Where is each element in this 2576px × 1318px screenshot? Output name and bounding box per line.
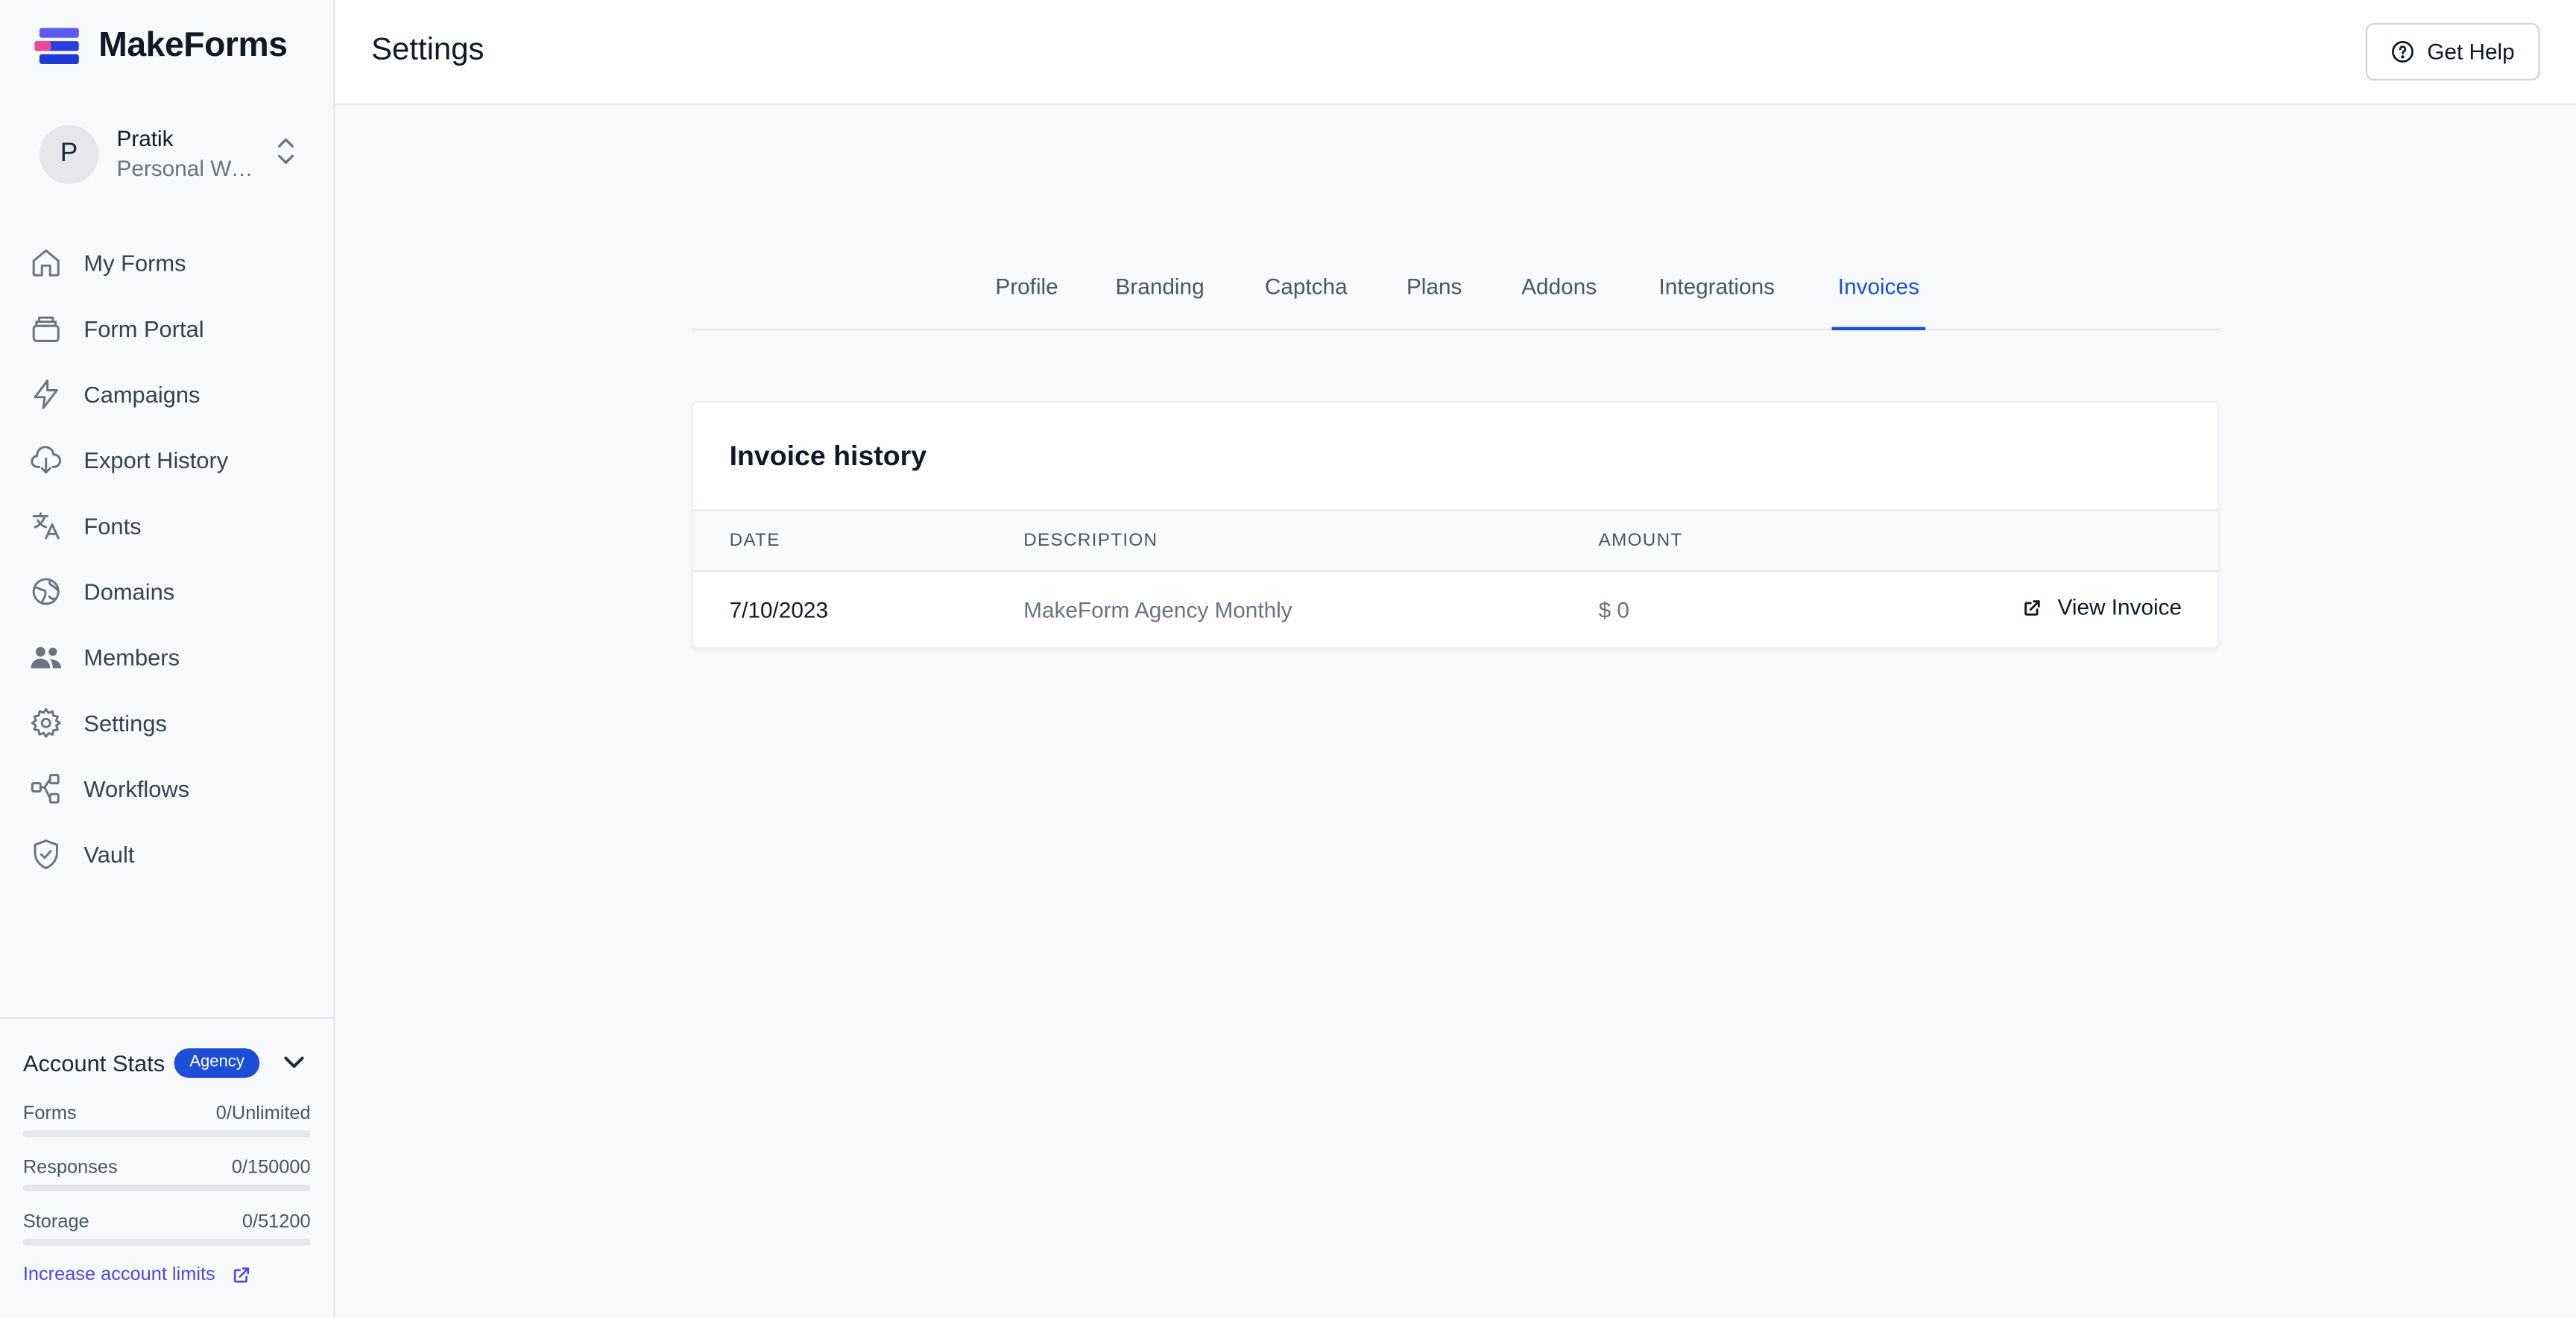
workspace-name: Personal Workspace: [116, 155, 264, 180]
tab-addons[interactable]: Addons: [1516, 253, 1602, 330]
sidebar: MakeForms P Pratik Personal Workspace My…: [0, 0, 335, 1318]
sidebar-nav: My Forms Form Portal Campaigns Export Hi…: [28, 230, 315, 888]
stat-label: Forms: [22, 1104, 77, 1124]
invoice-table-header: DATE DESCRIPTION AMOUNT: [693, 509, 2218, 573]
tab-integrations[interactable]: Integrations: [1652, 253, 1781, 330]
globe-icon: [28, 573, 63, 609]
sidebar-item-label: Vault: [83, 841, 135, 868]
stat-progress-bar: [22, 1130, 311, 1138]
external-link-icon: [2025, 599, 2041, 615]
chevron-up-down-icon: [278, 138, 294, 164]
sidebar-item-form-portal[interactable]: Form Portal: [28, 296, 315, 362]
account-stats: Account Stats Agency Forms 0/Unlimited R…: [0, 1017, 335, 1317]
increase-limits-link[interactable]: Increase account limits: [22, 1265, 251, 1285]
sidebar-item-settings[interactable]: Settings: [28, 690, 315, 756]
sidebar-item-label: Fonts: [83, 512, 142, 539]
get-help-button[interactable]: Get Help: [2365, 22, 2540, 81]
tab-plans[interactable]: Plans: [1403, 253, 1465, 330]
sidebar-item-label: Workflows: [83, 775, 190, 802]
invoice-history-title: Invoice history: [729, 440, 927, 472]
invoice-history-card: Invoice history DATE DESCRIPTION AMOUNT …: [691, 400, 2220, 649]
sidebar-item-label: Export History: [83, 447, 229, 473]
sidebar-item-label: Settings: [83, 710, 167, 737]
sidebar-item-my-forms[interactable]: My Forms: [28, 230, 315, 296]
home-icon: [28, 245, 63, 280]
users-icon: [28, 639, 63, 675]
stat-value: 0/150000: [231, 1158, 311, 1179]
stat-forms: Forms 0/Unlimited: [22, 1104, 311, 1138]
portal-icon: [28, 311, 63, 347]
invoice-description: MakeForm Agency Monthly: [1023, 598, 1292, 623]
stat-progress-bar: [22, 1238, 311, 1246]
cloud-download-icon: [28, 442, 63, 478]
makeforms-logo-icon: [34, 28, 79, 64]
stat-label: Responses: [22, 1158, 118, 1179]
sidebar-item-fonts[interactable]: Fonts: [28, 493, 315, 558]
get-help-label: Get Help: [2427, 39, 2515, 64]
increase-limits-label: Increase account limits: [22, 1265, 215, 1285]
account-stats-title: Account Stats: [22, 1050, 165, 1076]
sidebar-item-label: My Forms: [83, 250, 186, 277]
top-header: Settings Get Help: [335, 0, 2576, 106]
lightning-icon: [28, 376, 63, 412]
plan-badge: Agency: [174, 1048, 259, 1078]
sidebar-item-label: Domains: [83, 578, 175, 605]
shield-icon: [28, 836, 63, 872]
table-row: 7/10/2023 MakeForm Agency Monthly $ 0 Vi…: [693, 572, 2217, 649]
stat-storage: Storage 0/51200: [22, 1212, 311, 1246]
sidebar-item-members[interactable]: Members: [28, 625, 315, 690]
view-invoice-label: View Invoice: [2057, 594, 2182, 619]
workspace-user-name: Pratik: [116, 125, 174, 151]
tab-profile[interactable]: Profile: [985, 253, 1067, 330]
column-header-description: DESCRIPTION: [1023, 530, 1158, 551]
stat-responses: Responses 0/150000: [22, 1158, 311, 1191]
sidebar-item-label: Form Portal: [83, 315, 204, 342]
gear-icon: [28, 705, 63, 741]
sidebar-item-domains[interactable]: Domains: [28, 558, 315, 624]
avatar: P: [39, 124, 99, 183]
sidebar-item-label: Members: [83, 644, 180, 671]
column-header-date: DATE: [729, 530, 780, 551]
workspace-switcher[interactable]: P Pratik Personal Workspace: [39, 123, 296, 184]
invoice-date: 7/10/2023: [729, 598, 829, 623]
external-link-icon: [233, 1267, 250, 1283]
tab-captcha[interactable]: Captcha: [1258, 253, 1354, 330]
settings-tabs: Profile Branding Captcha Plans Addons In…: [691, 253, 2220, 331]
stat-label: Storage: [22, 1212, 89, 1233]
sidebar-item-vault[interactable]: Vault: [28, 822, 315, 887]
sidebar-item-workflows[interactable]: Workflows: [28, 756, 315, 822]
chevron-down-icon[interactable]: [282, 1055, 306, 1071]
stat-value: 0/51200: [242, 1212, 311, 1233]
stat-value: 0/Unlimited: [215, 1104, 311, 1124]
sidebar-item-campaigns[interactable]: Campaigns: [28, 362, 315, 427]
app-name: MakeForms: [98, 26, 288, 64]
view-invoice-button[interactable]: View Invoice: [2023, 595, 2182, 619]
workflow-icon: [28, 771, 63, 807]
sidebar-item-export-history[interactable]: Export History: [28, 427, 315, 493]
page-title: Settings: [371, 33, 484, 68]
app-logo[interactable]: MakeForms: [34, 26, 288, 66]
column-header-amount: AMOUNT: [1598, 530, 1683, 551]
invoice-amount: $ 0: [1598, 598, 1629, 623]
help-circle-icon: [2392, 40, 2414, 63]
translate-icon: [28, 508, 63, 543]
sidebar-item-label: Campaigns: [83, 381, 201, 408]
stat-progress-bar: [22, 1185, 311, 1191]
tab-invoices[interactable]: Invoices: [1831, 253, 1926, 331]
tab-branding[interactable]: Branding: [1109, 253, 1211, 330]
